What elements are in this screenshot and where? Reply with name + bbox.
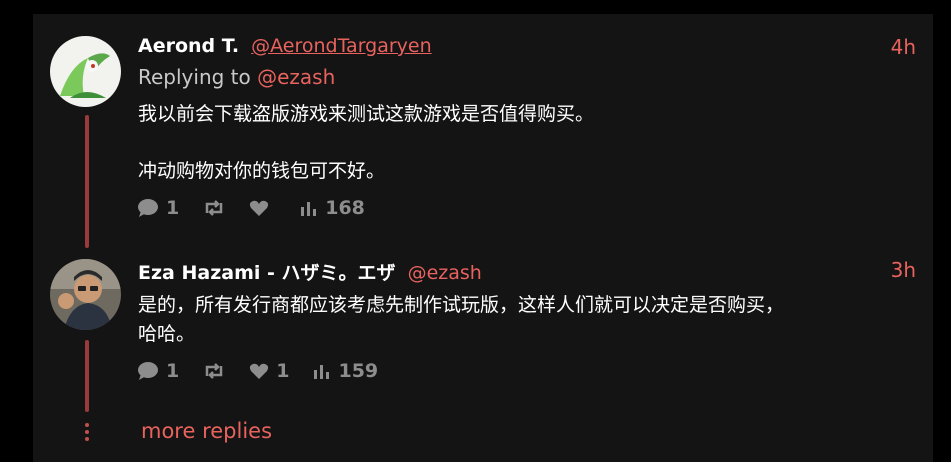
tweet-text-line: 是的，所有发行商都应该考虑先制作试玩版，这样人们就可以决定是否购买， [138, 294, 785, 316]
replying-handle[interactable]: @ezash [257, 65, 335, 89]
more-dots [85, 430, 89, 434]
thread-connector [85, 340, 89, 412]
retweet-button[interactable] [203, 362, 225, 380]
reply-button[interactable]: 1 [137, 360, 179, 382]
like-button[interactable] [249, 199, 276, 217]
author-name[interactable]: Aerond T. [138, 35, 239, 57]
retweet-icon [203, 362, 225, 380]
replying-prefix: Replying to [138, 65, 251, 89]
heart-icon [249, 362, 269, 380]
like-count: 1 [276, 360, 290, 382]
reply-count: 1 [166, 360, 180, 382]
view-count: 168 [325, 197, 365, 219]
retweet-icon [203, 199, 225, 217]
views-button[interactable]: 159 [313, 360, 378, 382]
thread-connector [85, 115, 89, 248]
tweet-text-line: 哈哈。 [138, 323, 196, 345]
heart-icon [249, 199, 269, 217]
author-handle[interactable]: @AerondTargaryen [251, 35, 432, 57]
author-name[interactable]: Eza Hazami - ハザミ。エザ [138, 262, 396, 284]
reply-button[interactable]: 1 [137, 197, 179, 219]
tweet-text: 是的，所有发行商都应该考虑先制作试玩版，这样人们就可以决定是否购买， 哈哈。 [138, 291, 784, 349]
bar-chart-icon [313, 362, 331, 380]
reply-count: 1 [166, 197, 180, 219]
tweet-text-line: 冲动购物对你的钱包可不好。 [138, 160, 386, 182]
like-button[interactable]: 1 [249, 360, 289, 382]
more-dots [85, 437, 89, 441]
avatar[interactable] [50, 36, 121, 107]
reply-thread: Aerond T. @AerondTargaryen 4h Replying t… [33, 14, 933, 462]
replying-to: Replying to @ezash [138, 65, 335, 89]
comment-icon [137, 361, 159, 381]
tweet-timestamp[interactable]: 4h [891, 35, 916, 59]
tweet-text: 我以前会下载盗版游戏来测试这款游戏是否值得购买。 [138, 100, 594, 129]
avatar[interactable] [50, 259, 121, 330]
view-count: 159 [338, 360, 379, 382]
tweet-text-line: 我以前会下载盗版游戏来测试这款游戏是否值得购买。 [138, 103, 595, 125]
tweet-text: 冲动购物对你的钱包可不好。 [138, 157, 385, 186]
views-button[interactable]: 168 [300, 197, 365, 219]
comment-icon [137, 198, 159, 218]
retweet-button[interactable] [203, 199, 225, 217]
more-replies-link[interactable]: more replies [141, 419, 272, 443]
tweet-actions: 1 1 159 [137, 360, 402, 382]
tweet-actions: 1 168 [137, 197, 389, 219]
tweet-author-row: Eza Hazami - ハザミ。エザ @ezash [138, 258, 482, 285]
more-dots [85, 423, 89, 427]
tweet-author-row: Aerond T. @AerondTargaryen [138, 35, 432, 57]
tweet-timestamp[interactable]: 3h [891, 258, 916, 282]
bar-chart-icon [300, 199, 318, 217]
author-handle[interactable]: @ezash [408, 262, 482, 284]
